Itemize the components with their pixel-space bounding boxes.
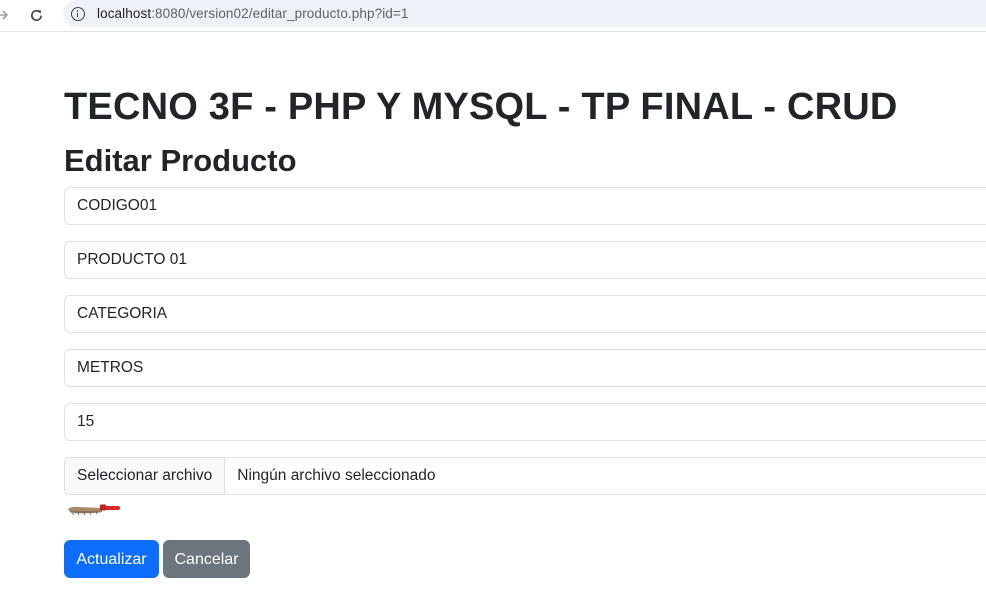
product-image	[68, 504, 120, 516]
choose-file-button[interactable]: Seleccionar archivo	[65, 458, 226, 494]
url-text: localhost:8080/version02/editar_producto…	[97, 6, 409, 21]
forward-icon[interactable]	[0, 6, 12, 24]
form-heading: Editar Producto	[64, 143, 297, 178]
address-bar[interactable]: localhost:8080/version02/editar_producto…	[63, 0, 986, 27]
update-button[interactable]: Actualizar	[64, 540, 159, 578]
codigo-input[interactable]	[64, 187, 986, 225]
browser-toolbar: localhost:8080/version02/editar_producto…	[0, 0, 986, 32]
reload-icon[interactable]	[27, 6, 45, 24]
image-file-input[interactable]: Seleccionar archivo Ningún archivo selec…	[64, 457, 986, 495]
url-path: :8080/version02/editar_producto.php?id=1	[151, 6, 409, 21]
file-status-text: Ningún archivo seleccionado	[237, 467, 436, 484]
cancel-button[interactable]: Cancelar	[163, 540, 250, 578]
site-info-icon[interactable]	[71, 6, 85, 21]
url-host: localhost	[97, 6, 152, 21]
producto-input[interactable]	[64, 241, 986, 279]
categoria-input[interactable]	[64, 295, 986, 333]
page-title: TECNO 3F - PHP Y MYSQL - TP FINAL - CRUD	[64, 86, 898, 128]
unidad-input[interactable]	[64, 349, 986, 387]
cantidad-input[interactable]	[64, 403, 986, 441]
